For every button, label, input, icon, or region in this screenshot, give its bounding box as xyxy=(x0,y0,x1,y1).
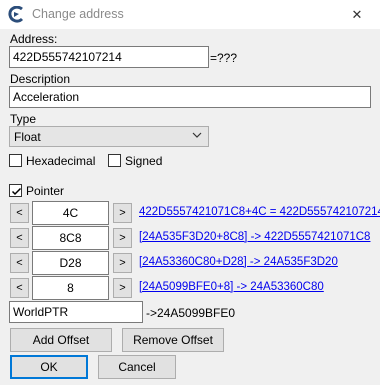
base-address-result: ->24A5099BFE0 xyxy=(146,306,236,320)
type-select-value: Float xyxy=(14,130,41,144)
ok-button[interactable]: OK xyxy=(10,355,88,379)
pointer-label: Pointer xyxy=(26,184,65,198)
window-title: Change address xyxy=(32,7,124,21)
close-icon: ✕ xyxy=(351,6,363,22)
offset-increment-button[interactable]: > xyxy=(113,278,132,298)
offset-increment-button[interactable]: > xyxy=(113,203,132,223)
offset-decrement-button[interactable]: < xyxy=(10,253,29,273)
address-input[interactable]: 422D555742107214 xyxy=(9,46,209,68)
hexadecimal-checkbox[interactable] xyxy=(9,154,22,167)
offset-increment-button[interactable]: > xyxy=(113,253,132,273)
address-label: Address: xyxy=(10,32,58,46)
signed-checkbox[interactable] xyxy=(108,154,121,167)
offset-result-link[interactable]: [24A53360C80+D28] -> 24A535F3D20 xyxy=(139,256,338,268)
offset-decrement-button[interactable]: < xyxy=(10,278,29,298)
cheat-engine-icon xyxy=(8,6,24,23)
offset-result-link[interactable]: [24A5099BFE0+8] -> 24A53360C80 xyxy=(139,281,324,293)
offset-decrement-button[interactable]: < xyxy=(10,228,29,248)
type-select[interactable]: Float xyxy=(9,126,209,147)
base-address-input[interactable]: WorldPTR xyxy=(9,301,143,323)
offset-input[interactable]: D28 xyxy=(32,251,109,275)
description-label: Description xyxy=(10,72,71,86)
description-input[interactable]: Acceleration xyxy=(9,86,371,108)
close-button[interactable]: ✕ xyxy=(334,0,380,29)
offset-result-link[interactable]: 422D5557421071C8+4C = 422D555742107214 xyxy=(139,206,380,218)
pointer-checkbox[interactable] xyxy=(9,184,22,197)
hexadecimal-label: Hexadecimal xyxy=(26,154,96,168)
offset-input[interactable]: 8 xyxy=(32,276,109,300)
chevron-down-icon xyxy=(192,132,202,138)
offset-result-link[interactable]: [24A535F3D20+8C8] -> 422D5557421071C8 xyxy=(139,231,370,243)
offset-input[interactable]: 8C8 xyxy=(32,226,109,250)
checkmark-icon xyxy=(11,187,22,196)
cancel-button[interactable]: Cancel xyxy=(98,355,176,379)
offset-increment-button[interactable]: > xyxy=(113,228,132,248)
offset-input[interactable]: 4C xyxy=(32,201,109,225)
offset-decrement-button[interactable]: < xyxy=(10,203,29,223)
signed-label: Signed xyxy=(125,154,163,168)
add-offset-button[interactable]: Add Offset xyxy=(10,328,112,352)
type-label: Type xyxy=(10,112,37,126)
remove-offset-button[interactable]: Remove Offset xyxy=(122,328,224,352)
title-bar: Change address ✕ xyxy=(0,0,380,29)
address-resolved-value: =??? xyxy=(210,51,238,65)
